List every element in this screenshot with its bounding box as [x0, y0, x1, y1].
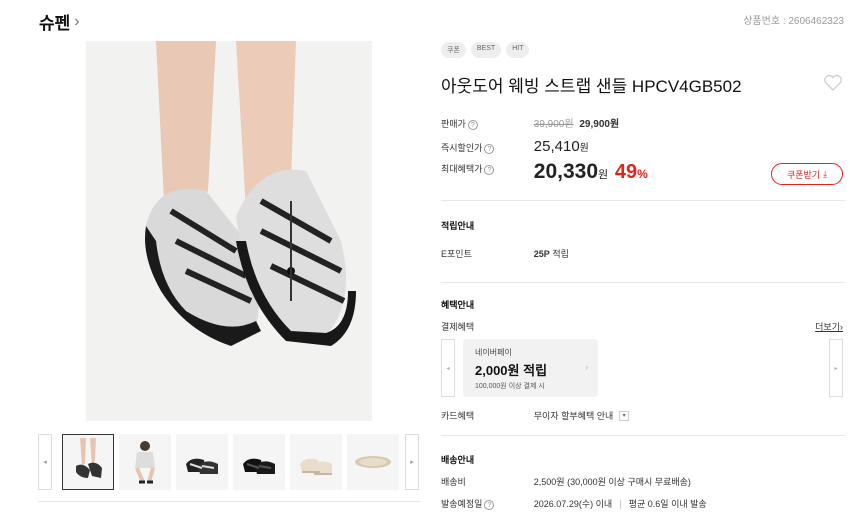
coupon-download-button[interactable]: 쿠폰받기 ⤓ — [771, 163, 843, 185]
separator — [619, 499, 621, 509]
sale-price-label: 판매가 — [441, 119, 466, 129]
thumb-prev-button[interactable]: ◂ — [38, 434, 52, 490]
shipping-fee-row: 배송비 2,500원 (30,000원 이상 구매시 무료배송) — [441, 475, 691, 488]
main-product-image — [86, 41, 372, 421]
arrow-right-icon: ▸ — [834, 365, 838, 372]
sale-price: 29,900원 — [579, 119, 620, 130]
badge-list: 쿠폰 BEST HIT — [441, 42, 530, 58]
payment-benefit-row: 결제혜택 — [441, 320, 531, 333]
badge-hit: HIT — [506, 42, 530, 58]
arrow-left-icon: ◂ — [446, 365, 450, 372]
payment-benefit-label: 결제혜택 — [441, 322, 475, 332]
instant-price-label: 즉시할인가 — [441, 143, 483, 153]
points-section-title: 적립안내 — [441, 221, 475, 231]
discount-rate: 49 — [614, 161, 638, 183]
benefits-section-title: 혜택안내 — [441, 300, 475, 310]
instant-price: 25,410 — [533, 138, 580, 155]
thumbnail-6[interactable] — [347, 434, 399, 490]
max-benefit-row: 최대혜택가? 20,330원 49% — [441, 160, 648, 184]
thumbnail-1[interactable] — [62, 434, 114, 490]
max-benefit-unit: 원 — [598, 169, 609, 181]
product-title: 아웃도어 웨빙 스트랩 샌들 HPCV4GB502 — [441, 77, 742, 96]
arrow-right-icon: ▸ — [410, 459, 414, 466]
instant-price-row: 즉시할인가? 25,410원 — [441, 138, 589, 155]
product-number: 상품번호 : 2606462323 — [743, 16, 844, 27]
help-icon[interactable]: ? — [484, 164, 495, 175]
divider — [38, 501, 420, 502]
max-benefit-label: 최대혜택가 — [441, 164, 483, 174]
card-benefit-value: 무이자 할부혜택 안내 — [533, 411, 614, 421]
points-label: E포인트 — [441, 249, 472, 259]
card-next-button[interactable]: ▸ — [829, 339, 843, 397]
ship-date-value: 2026.07.29(수) 이내 — [533, 499, 613, 509]
coupon-button-label: 쿠폰받기 — [786, 169, 821, 180]
points-value: 25P — [533, 249, 550, 259]
more-link-label: 더보기 — [815, 322, 840, 332]
original-price: 39,900원 — [533, 119, 574, 130]
brand-name: 슈펜 — [39, 14, 71, 33]
card-benefit-condition: 100,000원 이상 결제 시 — [475, 383, 545, 390]
card-benefit-row: 카드혜택 무이자 할부혜택 안내 ▾ — [441, 409, 630, 422]
instant-price-unit: 원 — [579, 143, 589, 154]
badge-best: BEST — [470, 42, 502, 58]
download-icon: ⤓ — [823, 168, 828, 179]
divider — [441, 282, 845, 283]
discount-rate-unit: % — [637, 167, 648, 181]
badge-coupon: 쿠폰 — [441, 42, 466, 58]
card-provider-name: 네이버페이 — [475, 348, 512, 357]
card-prev-button[interactable]: ◂ — [441, 339, 455, 397]
ship-date-row: 발송예정일? 2026.07.29(수) 이내 평균 0.6일 이내 발송 — [441, 497, 707, 510]
payment-benefit-card[interactable]: 네이버페이 2,000원 적립 100,000원 이상 결제 시 › — [463, 339, 598, 397]
help-icon[interactable]: ? — [484, 143, 495, 154]
help-icon[interactable]: ? — [467, 119, 478, 130]
arrow-left-icon: ◂ — [43, 459, 47, 466]
thumbnail-2[interactable] — [119, 434, 171, 490]
divider — [441, 435, 845, 436]
ship-date-label: 발송예정일 — [441, 499, 483, 509]
shipping-section-title: 배송안내 — [441, 455, 475, 465]
dropdown-icon[interactable]: ▾ — [619, 411, 630, 422]
thumbnail-3[interactable] — [176, 434, 228, 490]
card-benefit-amount: 2,000원 적립 — [475, 363, 548, 378]
thumbnail-5[interactable] — [290, 434, 342, 490]
thumbnail-strip — [62, 434, 399, 490]
card-benefit-label: 카드혜택 — [441, 411, 475, 421]
shipping-fee-value: 2,500원 (30,000원 이상 구매시 무료배송) — [533, 477, 691, 487]
points-row: E포인트 25P 적립 — [441, 247, 569, 260]
chevron-right-icon: › — [840, 322, 843, 332]
max-benefit-price: 20,330 — [533, 160, 599, 183]
shipping-fee-label: 배송비 — [441, 477, 466, 487]
ship-average-value: 평균 0.6일 이내 발송 — [628, 499, 707, 509]
more-link[interactable]: 더보기› — [815, 320, 843, 333]
points-suffix: 적립 — [552, 249, 569, 259]
chevron-right-icon: › — [74, 12, 80, 30]
divider — [441, 200, 845, 201]
sale-price-row: 판매가? 39,900원 29,900원 — [441, 115, 619, 130]
brand-link[interactable]: 슈펜 › — [39, 9, 80, 34]
help-icon[interactable]: ? — [484, 499, 495, 510]
wishlist-heart-icon[interactable] — [823, 74, 843, 92]
chevron-right-icon: › — [585, 363, 588, 372]
thumbnail-4[interactable] — [233, 434, 285, 490]
thumb-next-button[interactable]: ▸ — [405, 434, 419, 490]
